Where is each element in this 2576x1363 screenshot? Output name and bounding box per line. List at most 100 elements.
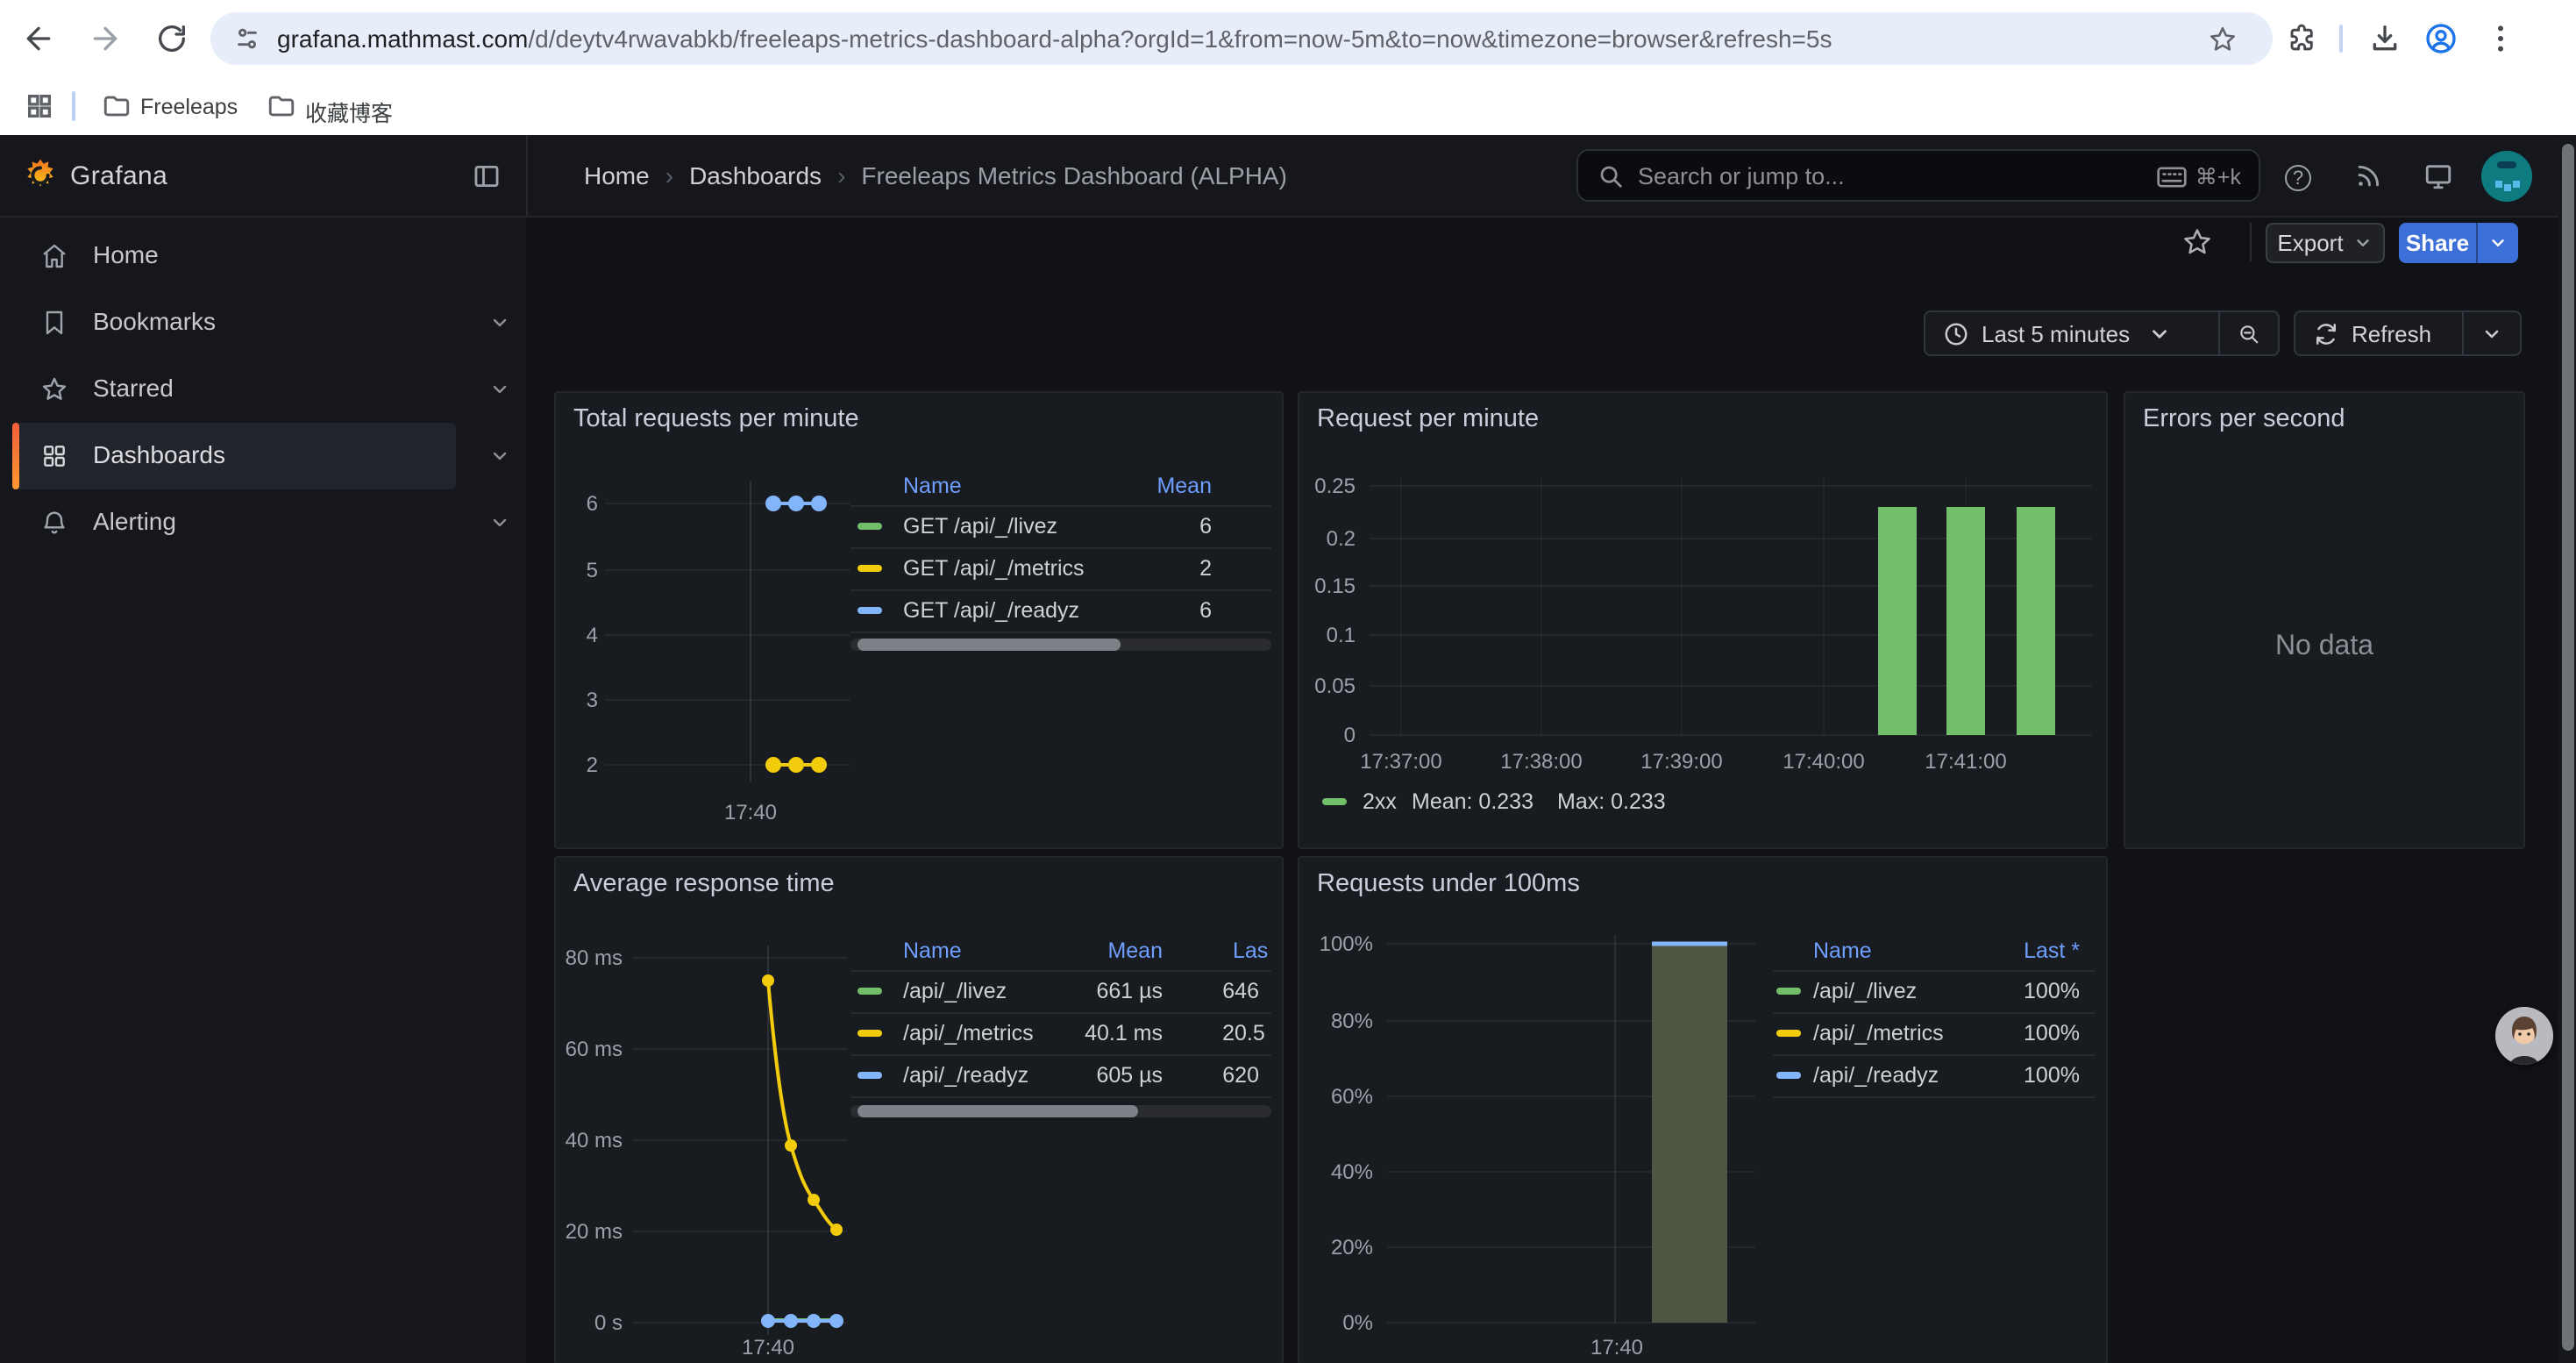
dock-menu-icon[interactable] xyxy=(472,161,502,191)
sidebar-item-dashboards[interactable]: Dashboards xyxy=(12,423,456,489)
forward-icon[interactable] xyxy=(88,21,123,56)
panel-title[interactable]: Errors per second xyxy=(2143,405,2345,433)
scrollbar-thumb[interactable] xyxy=(2561,144,2573,1351)
legend-header-last[interactable]: Las xyxy=(1233,937,1268,965)
zoom-out-icon xyxy=(2238,320,2260,346)
y-tick: 0.05 xyxy=(1299,674,1356,698)
series-swatch[interactable] xyxy=(857,1030,882,1037)
series-name[interactable]: 2xx xyxy=(1363,788,1397,816)
series-swatch[interactable] xyxy=(1322,798,1347,805)
legend-scrollbar[interactable] xyxy=(850,639,1271,651)
assistant-avatar[interactable] xyxy=(2495,1007,2553,1065)
favorite-star-icon[interactable] xyxy=(2181,226,2213,258)
sidebar-item-home[interactable]: Home xyxy=(12,223,456,289)
download-icon[interactable] xyxy=(2367,21,2402,56)
news-rss-icon[interactable] xyxy=(2353,161,2383,191)
browser-menu-icon[interactable] xyxy=(2483,21,2518,56)
series-last: 646 xyxy=(1222,970,1259,1012)
search-box[interactable]: ⌘+k xyxy=(1576,149,2260,202)
bar-chart[interactable] xyxy=(1387,935,1755,1335)
series-mean: 6 xyxy=(1199,589,1212,632)
chevron-down-icon[interactable] xyxy=(489,512,510,533)
series-swatch[interactable] xyxy=(1776,988,1801,995)
chevron-down-icon xyxy=(2488,233,2508,253)
share-button[interactable]: Share xyxy=(2399,223,2518,263)
panel-total-requests[interactable]: Total requests per minute 6 5 4 3 2 17:4… xyxy=(554,391,1284,849)
back-icon[interactable] xyxy=(21,21,56,56)
series-name[interactable]: GET /api/_/readyz xyxy=(903,589,1079,632)
page-scrollbar[interactable] xyxy=(2558,135,2576,1363)
sidebar-item-alerting[interactable]: Alerting xyxy=(12,489,456,556)
monitor-icon[interactable] xyxy=(2423,161,2453,191)
legend-header-mean[interactable]: Mean xyxy=(1156,472,1212,500)
legend-header-name[interactable]: Name xyxy=(903,937,962,965)
refresh-interval-dropdown[interactable] xyxy=(2464,312,2520,354)
legend-header-name[interactable]: Name xyxy=(903,472,962,500)
series-swatch[interactable] xyxy=(857,523,882,530)
series-swatch[interactable] xyxy=(857,988,882,995)
series-swatch[interactable] xyxy=(857,565,882,572)
series-swatch[interactable] xyxy=(857,607,882,614)
extensions-icon[interactable] xyxy=(2285,21,2320,56)
series-name[interactable]: /api/_/readyz xyxy=(903,1054,1028,1096)
series-name[interactable]: /api/_/livez xyxy=(1813,970,1917,1012)
url-bar[interactable]: grafana.mathmast.com/d/deytv4rwavabkb/fr… xyxy=(210,12,2273,65)
x-tick: 17:40:00 xyxy=(1762,749,1885,774)
series-name[interactable]: /api/_/livez xyxy=(903,970,1007,1012)
series-mean: Mean: 0.233 xyxy=(1412,788,1534,816)
legend-header-name[interactable]: Name xyxy=(1813,937,1872,965)
zoom-out-button[interactable] xyxy=(2220,312,2278,354)
chevron-down-icon[interactable] xyxy=(489,379,510,400)
series-swatch[interactable] xyxy=(1776,1030,1801,1037)
apps-grid-icon[interactable] xyxy=(25,91,54,121)
time-range-picker[interactable]: Last 5 minutes xyxy=(1925,312,2218,354)
browser-toolbar: grafana.mathmast.com/d/deytv4rwavabkb/fr… xyxy=(0,0,2576,77)
series-last: 100% xyxy=(2024,970,2080,1012)
profile-icon[interactable] xyxy=(2423,21,2459,56)
share-menu-arrow[interactable] xyxy=(2478,223,2518,263)
sidebar-item-starred[interactable]: Starred xyxy=(12,356,456,423)
bookmark-folder-freeleaps[interactable]: Freeleaps xyxy=(140,95,238,119)
y-tick: 40% xyxy=(1299,1160,1373,1184)
series-name[interactable]: /api/_/readyz xyxy=(1813,1054,1939,1096)
bar-chart[interactable] xyxy=(1370,477,2092,740)
series-name[interactable]: /api/_/metrics xyxy=(1813,1012,1944,1054)
series-swatch[interactable] xyxy=(1776,1072,1801,1079)
refresh-button[interactable]: Refresh xyxy=(2295,312,2462,354)
panel-avg-response-time[interactable]: Average response time 80 ms 60 ms 40 ms … xyxy=(554,856,1284,1363)
search-input[interactable] xyxy=(1638,156,1989,195)
panel-title[interactable]: Total requests per minute xyxy=(573,405,859,433)
sidebar-item-bookmarks[interactable]: Bookmarks xyxy=(12,289,456,356)
export-button[interactable]: Export xyxy=(2266,223,2385,263)
chevron-down-icon[interactable] xyxy=(489,446,510,467)
chevron-down-icon xyxy=(2481,322,2502,345)
panel-title[interactable]: Average response time xyxy=(573,870,835,898)
line-chart[interactable] xyxy=(633,946,847,1345)
line-chart[interactable] xyxy=(605,481,850,782)
help-icon[interactable]: ? xyxy=(2285,161,2311,193)
grafana-logo-icon[interactable] xyxy=(23,158,58,193)
panel-title[interactable]: Request per minute xyxy=(1317,405,1539,433)
site-settings-icon[interactable] xyxy=(233,25,261,53)
series-swatch[interactable] xyxy=(857,1072,882,1079)
y-tick: 20 ms xyxy=(556,1219,623,1244)
reload-icon[interactable] xyxy=(154,21,189,56)
y-tick: 2 xyxy=(556,753,598,777)
grafana-brand[interactable]: Grafana xyxy=(70,161,167,191)
breadcrumb-dashboards[interactable]: Dashboards xyxy=(689,161,822,189)
breadcrumb-home[interactable]: Home xyxy=(584,161,650,189)
user-avatar[interactable] xyxy=(2481,151,2532,202)
chevron-down-icon[interactable] xyxy=(489,312,510,333)
panel-title[interactable]: Requests under 100ms xyxy=(1317,870,1580,898)
panel-requests-under-100ms[interactable]: Requests under 100ms 100% 80% 60% 40% 20… xyxy=(1298,856,2108,1363)
series-name[interactable]: GET /api/_/metrics xyxy=(903,547,1085,589)
series-name[interactable]: /api/_/metrics xyxy=(903,1012,1034,1054)
series-name[interactable]: GET /api/_/livez xyxy=(903,505,1057,547)
panel-errors-per-second[interactable]: Errors per second No data xyxy=(2124,391,2525,849)
panel-request-per-minute[interactable]: Request per minute 0.25 0.2 0.15 0.1 0.0… xyxy=(1298,391,2108,849)
legend-scrollbar[interactable] xyxy=(850,1105,1271,1117)
legend-header-last[interactable]: Last * xyxy=(2024,937,2080,965)
bookmark-star-icon[interactable] xyxy=(2208,25,2236,53)
bookmark-folder-blogs[interactable]: 收藏博客 xyxy=(305,95,393,128)
legend-header-mean[interactable]: Mean xyxy=(1107,937,1163,965)
